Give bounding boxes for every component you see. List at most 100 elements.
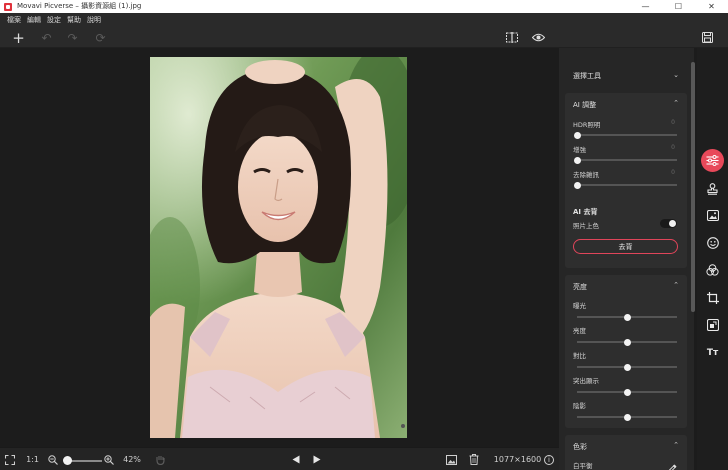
denoise-slider-track[interactable] bbox=[577, 184, 677, 186]
image-canvas[interactable] bbox=[0, 48, 559, 447]
fit-screen-icon bbox=[5, 454, 15, 465]
app-logo-icon bbox=[4, 2, 12, 11]
save-button[interactable] bbox=[699, 29, 716, 46]
highlights-slider-handle[interactable] bbox=[623, 389, 631, 396]
brightness-section: 亮度 ⌃ 曝光 亮度 對比 突出顯示 陰影 bbox=[565, 275, 687, 428]
edited-photo[interactable] bbox=[150, 57, 407, 438]
white-balance-label: 白平衡 bbox=[573, 462, 593, 470]
adjust-tool-button[interactable] bbox=[701, 149, 724, 172]
hdr-slider-track[interactable] bbox=[577, 134, 677, 136]
slider-label-exposure: 曝光 bbox=[573, 302, 586, 310]
redo-button[interactable]: ↷ bbox=[64, 29, 81, 46]
crop-tool-button[interactable] bbox=[701, 286, 724, 309]
exposure-slider-handle[interactable] bbox=[623, 314, 631, 321]
menu-file[interactable]: 檔案 bbox=[7, 13, 21, 27]
text-icon: Tт bbox=[706, 347, 719, 358]
triangle-left-icon bbox=[292, 455, 300, 464]
gallery-button[interactable] bbox=[444, 448, 458, 470]
menu-bar: 檔案 編輯 設定 幫助 說明 bbox=[0, 13, 728, 27]
panel-scrollbar[interactable] bbox=[691, 62, 695, 312]
slider-label-shadows: 陰影 bbox=[573, 402, 586, 410]
maximize-button[interactable]: ☐ bbox=[662, 0, 695, 13]
info-icon: i bbox=[544, 454, 554, 465]
toolbar: + ↶ ↷ ⟳ bbox=[0, 27, 728, 48]
slider-value-enhance: 0 bbox=[671, 144, 675, 151]
chevron-down-icon: ⌄ bbox=[673, 71, 679, 79]
triangle-right-icon bbox=[313, 455, 321, 464]
slider-label-contrast: 對比 bbox=[573, 352, 586, 360]
stamp-icon bbox=[707, 182, 718, 195]
zoom-in-icon bbox=[104, 454, 114, 465]
previous-image-button[interactable] bbox=[289, 448, 303, 470]
pan-hand-button[interactable] bbox=[153, 448, 167, 470]
selection-tools-section[interactable]: 選擇工具 ⌄ bbox=[565, 62, 687, 88]
eyedropper-icon bbox=[668, 464, 677, 470]
text-tool-button[interactable]: Tт bbox=[701, 341, 724, 364]
background-tool-button[interactable] bbox=[701, 204, 724, 227]
floppy-disk-icon bbox=[702, 32, 713, 43]
undo-button[interactable]: ↶ bbox=[38, 29, 55, 46]
menu-help[interactable]: 幫助 bbox=[67, 13, 81, 27]
stamp-tool-button[interactable] bbox=[701, 177, 724, 200]
split-compare-icon bbox=[505, 32, 518, 43]
image-dimensions: 1077×1600 bbox=[493, 455, 542, 464]
face-tool-button[interactable] bbox=[701, 231, 724, 254]
slider-value-hdr: 0 bbox=[671, 119, 675, 126]
zoom-out-icon bbox=[48, 454, 58, 465]
slider-label-enhance: 增強 bbox=[573, 146, 586, 154]
chevron-up-icon[interactable]: ⌃ bbox=[673, 441, 679, 449]
photo-colorize-toggle[interactable] bbox=[660, 219, 677, 228]
enhance-slider-handle[interactable] bbox=[573, 157, 581, 164]
ai-adjust-title: AI 調整 bbox=[573, 101, 597, 109]
delete-button[interactable] bbox=[467, 448, 481, 470]
trash-icon bbox=[469, 454, 479, 465]
denoise-slider-handle[interactable] bbox=[573, 182, 581, 189]
chevron-up-icon[interactable]: ⌃ bbox=[673, 281, 679, 289]
preview-button[interactable] bbox=[530, 29, 547, 46]
slider-label-highlights: 突出顯示 bbox=[573, 377, 599, 385]
hdr-slider-handle[interactable] bbox=[573, 132, 581, 139]
menu-about[interactable]: 說明 bbox=[87, 13, 101, 27]
shadows-slider-handle[interactable] bbox=[623, 414, 631, 421]
chevron-up-icon[interactable]: ⌃ bbox=[673, 99, 679, 107]
ai-adjust-section: AI 調整 ⌃ HDR照明 0 增強 0 去除雜訊 0 AI 去背 照片上色 去… bbox=[565, 93, 687, 268]
menu-edit[interactable]: 編輯 bbox=[27, 13, 41, 27]
add-file-button[interactable]: + bbox=[10, 29, 27, 47]
image-icon bbox=[445, 454, 457, 465]
resize-icon bbox=[706, 318, 719, 331]
zoom-level: 42% bbox=[123, 455, 141, 464]
contrast-slider-handle[interactable] bbox=[623, 364, 631, 371]
info-button[interactable]: i bbox=[542, 448, 556, 470]
eyedropper-button[interactable] bbox=[668, 458, 677, 470]
minimize-button[interactable]: — bbox=[629, 0, 662, 13]
remove-background-button[interactable]: 去背 bbox=[573, 239, 678, 254]
reset-button[interactable]: ⟳ bbox=[92, 29, 109, 46]
zoom-out-button[interactable] bbox=[46, 448, 60, 470]
menu-settings[interactable]: 設定 bbox=[47, 13, 61, 27]
color-title: 色彩 bbox=[573, 443, 587, 451]
brightness-title: 亮度 bbox=[573, 283, 587, 291]
color-section: 色彩 ⌃ 白平衡 bbox=[565, 435, 687, 470]
enhance-slider-track[interactable] bbox=[577, 159, 677, 161]
zoom-in-button[interactable] bbox=[102, 448, 116, 470]
slider-label-brightness: 亮度 bbox=[573, 327, 586, 335]
image-icon bbox=[706, 210, 719, 221]
sliders-icon bbox=[706, 155, 719, 166]
compare-view-button[interactable] bbox=[503, 29, 520, 46]
close-button[interactable]: ✕ bbox=[695, 0, 728, 13]
slider-label-hdr: HDR照明 bbox=[573, 121, 601, 129]
zoom-slider-handle[interactable] bbox=[63, 456, 73, 465]
next-image-button[interactable] bbox=[310, 448, 324, 470]
fit-screen-button[interactable] bbox=[3, 448, 17, 470]
window-title: Movavi Picverse – 攝影資源組 (1).jpg bbox=[17, 2, 142, 10]
slider-value-denoise: 0 bbox=[671, 169, 675, 176]
selection-tools-title: 選擇工具 bbox=[573, 72, 601, 80]
brightness-slider-handle[interactable] bbox=[623, 339, 631, 346]
transform-tool-button[interactable] bbox=[701, 313, 724, 336]
photo-colorize-label: 照片上色 bbox=[573, 222, 599, 230]
window-controls: — ☐ ✕ bbox=[629, 0, 728, 13]
color-filter-tool-button[interactable] bbox=[701, 258, 724, 281]
actual-size-button[interactable]: 1:1 bbox=[24, 448, 41, 470]
bottom-bar: 1:1 42% 1077×1600 i bbox=[0, 447, 559, 470]
color-circles-icon bbox=[706, 263, 719, 276]
